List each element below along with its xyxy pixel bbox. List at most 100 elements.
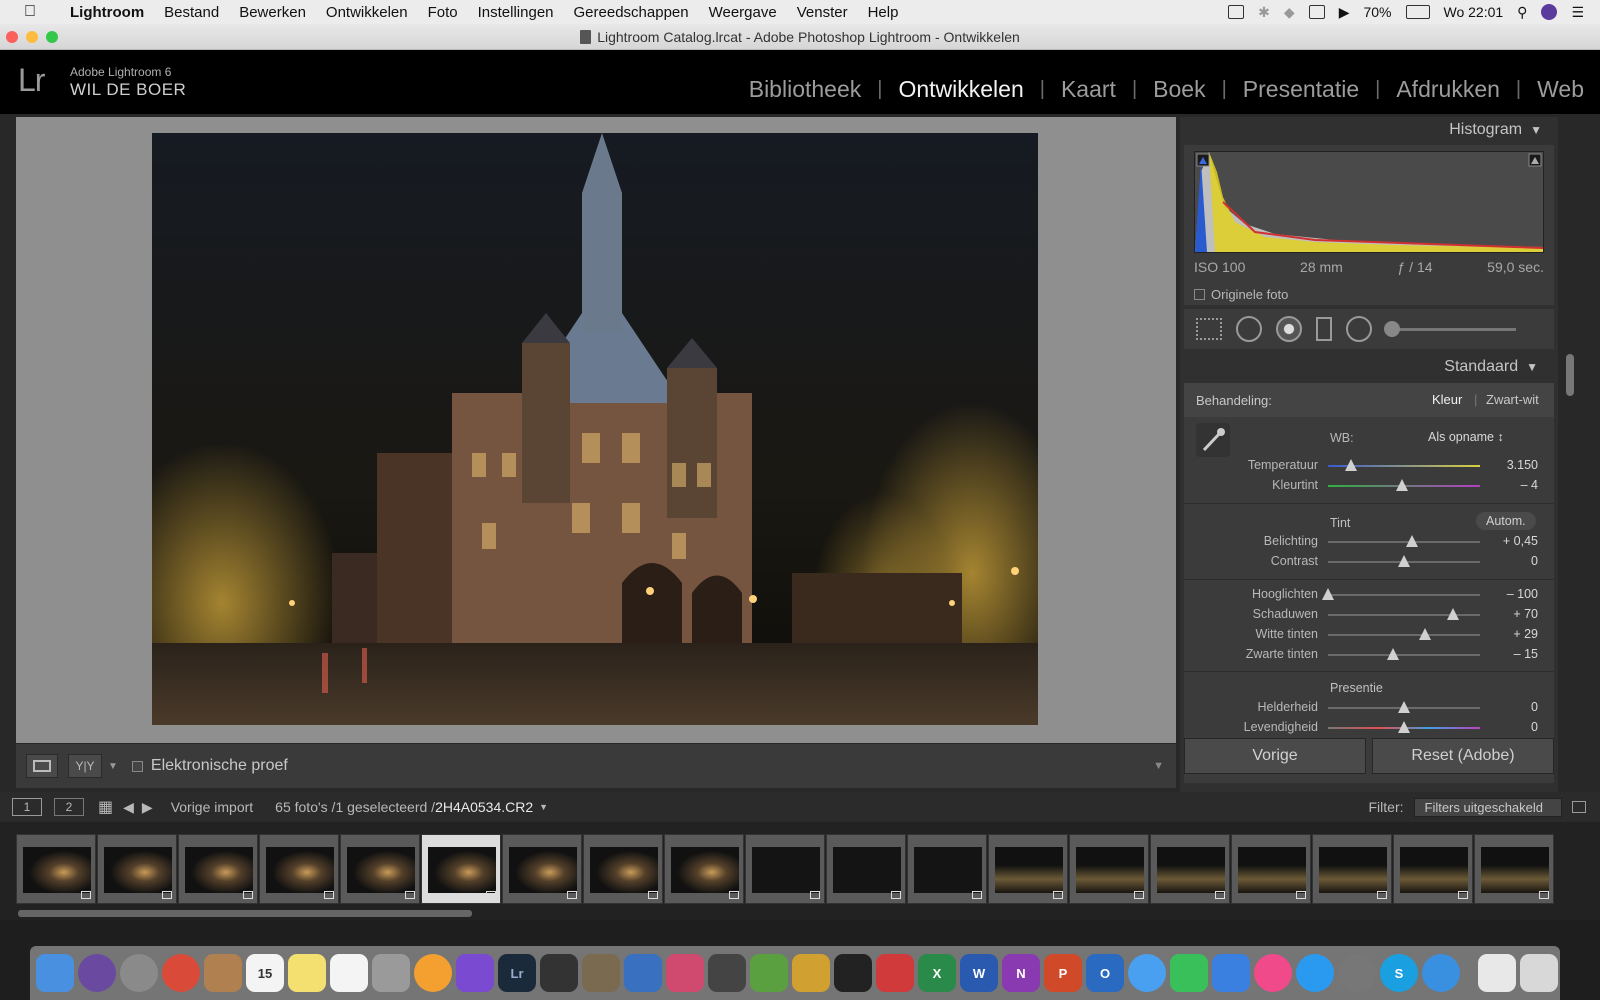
imovie-icon[interactable]: [456, 954, 494, 992]
slider-shadows[interactable]: Schaduwen + 70: [1184, 606, 1554, 624]
reminders-icon[interactable]: [330, 954, 368, 992]
slider-value[interactable]: + 29: [1513, 627, 1538, 641]
menu-venster[interactable]: Venster: [787, 4, 858, 21]
collapse-icon[interactable]: ▼: [1526, 360, 1538, 374]
spotlight-icon[interactable]: ⚲: [1517, 4, 1527, 21]
edit-badge-icon[interactable]: [81, 891, 91, 899]
filmstrip-thumbnail[interactable]: [1393, 834, 1473, 904]
original-photo-checkbox[interactable]: [1194, 289, 1205, 300]
powerpoint-icon[interactable]: P: [1044, 954, 1082, 992]
skype-icon[interactable]: S: [1380, 954, 1418, 992]
filmstrip-thumbnail[interactable]: [97, 834, 177, 904]
slider-temperature[interactable]: Temperatuur 3.150: [1184, 457, 1554, 475]
filmstrip-scrollbar[interactable]: [18, 910, 472, 917]
screen-icon[interactable]: [1228, 5, 1245, 19]
slider-value[interactable]: – 4: [1521, 478, 1538, 492]
slider-thumb[interactable]: [1322, 588, 1334, 600]
slider-value[interactable]: – 100: [1507, 587, 1538, 601]
slider-clarity[interactable]: Helderheid 0: [1184, 699, 1554, 717]
edit-badge-icon[interactable]: [648, 891, 658, 899]
module-presentatie[interactable]: Presentatie: [1227, 76, 1375, 103]
slider-thumb[interactable]: [1396, 479, 1409, 491]
facetime-icon[interactable]: [1170, 954, 1208, 992]
slider-value[interactable]: + 0,45: [1503, 534, 1538, 548]
previous-button[interactable]: Vorige: [1184, 738, 1366, 774]
activity-monitor-icon[interactable]: [834, 954, 872, 992]
menu-weergave[interactable]: Weergave: [699, 4, 787, 21]
filmstrip-thumbnail[interactable]: [664, 834, 744, 904]
photo-preview[interactable]: [152, 133, 1038, 725]
edit-badge-icon[interactable]: [243, 891, 253, 899]
itunes-icon[interactable]: [1254, 954, 1292, 992]
filter-lock-icon[interactable]: [1572, 801, 1586, 813]
before-after-button[interactable]: Y|Y: [68, 754, 102, 778]
edit-badge-icon[interactable]: [1539, 891, 1549, 899]
edit-badge-icon[interactable]: [1296, 891, 1306, 899]
affinity-icon[interactable]: [666, 954, 704, 992]
slider-exposure[interactable]: Belichting + 0,45: [1184, 533, 1554, 551]
edit-badge-icon[interactable]: [891, 891, 901, 899]
filmstrip-thumbnail[interactable]: [1312, 834, 1392, 904]
module-kaart[interactable]: Kaart: [1045, 76, 1132, 103]
filmstrip-thumbnail[interactable]: [340, 834, 420, 904]
minimize-button[interactable]: [26, 31, 38, 43]
menu-gereedschappen[interactable]: Gereedschappen: [564, 4, 699, 21]
photos-icon[interactable]: [414, 954, 452, 992]
keynote-icon[interactable]: [1212, 954, 1250, 992]
treatment-bw[interactable]: Zwart-wit: [1486, 392, 1539, 407]
slider-thumb[interactable]: [1344, 459, 1357, 471]
filter-select[interactable]: Filters uitgeschakeld: [1413, 797, 1562, 817]
notification-center-icon[interactable]: ☰: [1571, 4, 1584, 21]
volume-icon[interactable]: ▶: [1339, 4, 1350, 21]
app-store-icon[interactable]: [1296, 954, 1334, 992]
system-preferences-icon[interactable]: [1338, 954, 1376, 992]
edit-badge-icon[interactable]: [324, 891, 334, 899]
battery-icon[interactable]: [1405, 5, 1430, 19]
safari-icon[interactable]: [1422, 954, 1460, 992]
basic-panel-header[interactable]: Standaard ▼: [1184, 353, 1554, 381]
slider-track[interactable]: [1328, 541, 1480, 543]
slider-thumb[interactable]: [1405, 535, 1418, 547]
slider-thumb[interactable]: [1387, 648, 1400, 660]
filmstrip-thumbnail[interactable]: [178, 834, 258, 904]
histogram-header[interactable]: Histogram ▼: [1180, 117, 1558, 143]
secondary-window-button[interactable]: 2: [54, 798, 84, 816]
menu-app[interactable]: Lightroom: [60, 4, 154, 21]
onenote-icon[interactable]: N: [1002, 954, 1040, 992]
slider-thumb[interactable]: [1398, 721, 1410, 733]
forward-arrow-icon[interactable]: ▶: [142, 799, 153, 816]
landscape-app-icon[interactable]: [792, 954, 830, 992]
slider-track[interactable]: [1328, 654, 1480, 656]
soft-proof-checkbox[interactable]: [131, 760, 143, 772]
audio-app-icon[interactable]: [750, 954, 788, 992]
finder-icon[interactable]: [36, 954, 74, 992]
filmstrip-thumbnail[interactable]: [745, 834, 825, 904]
excel-icon[interactable]: X: [918, 954, 956, 992]
bluetooth-icon[interactable]: ✱: [1258, 4, 1270, 21]
trash-icon[interactable]: [1520, 954, 1558, 992]
edit-badge-icon[interactable]: [1458, 891, 1468, 899]
filmstrip-thumbnail[interactable]: [502, 834, 582, 904]
airplay-icon[interactable]: [1308, 5, 1325, 19]
slider-whites[interactable]: Witte tinten + 29: [1184, 626, 1554, 644]
filmstrip-thumbnail[interactable]: [1150, 834, 1230, 904]
edit-badge-icon[interactable]: [567, 891, 577, 899]
selected-filename[interactable]: 2H4A0534.CR2: [435, 799, 533, 815]
edit-badge-icon[interactable]: [729, 891, 739, 899]
slider-tint[interactable]: Kleurtint – 4: [1184, 477, 1554, 495]
slider-thumb[interactable]: [1398, 555, 1410, 567]
filmstrip-thumbnail[interactable]: [826, 834, 906, 904]
back-arrow-icon[interactable]: ◀: [123, 799, 134, 816]
slider-value[interactable]: + 70: [1513, 607, 1538, 621]
loupe-view[interactable]: [16, 117, 1176, 743]
radial-filter-icon[interactable]: [1346, 316, 1372, 342]
slider-blacks[interactable]: Zwarte tinten – 15: [1184, 646, 1554, 664]
contacts-icon[interactable]: [204, 954, 242, 992]
module-boek[interactable]: Boek: [1137, 76, 1221, 103]
edit-badge-icon[interactable]: [1134, 891, 1144, 899]
reset-button[interactable]: Reset (Adobe): [1372, 738, 1554, 774]
outlook-icon[interactable]: O: [1086, 954, 1124, 992]
collapse-icon[interactable]: ▼: [1530, 123, 1542, 137]
slider-value[interactable]: 0: [1531, 720, 1538, 734]
menu-bewerken[interactable]: Bewerken: [229, 4, 316, 21]
